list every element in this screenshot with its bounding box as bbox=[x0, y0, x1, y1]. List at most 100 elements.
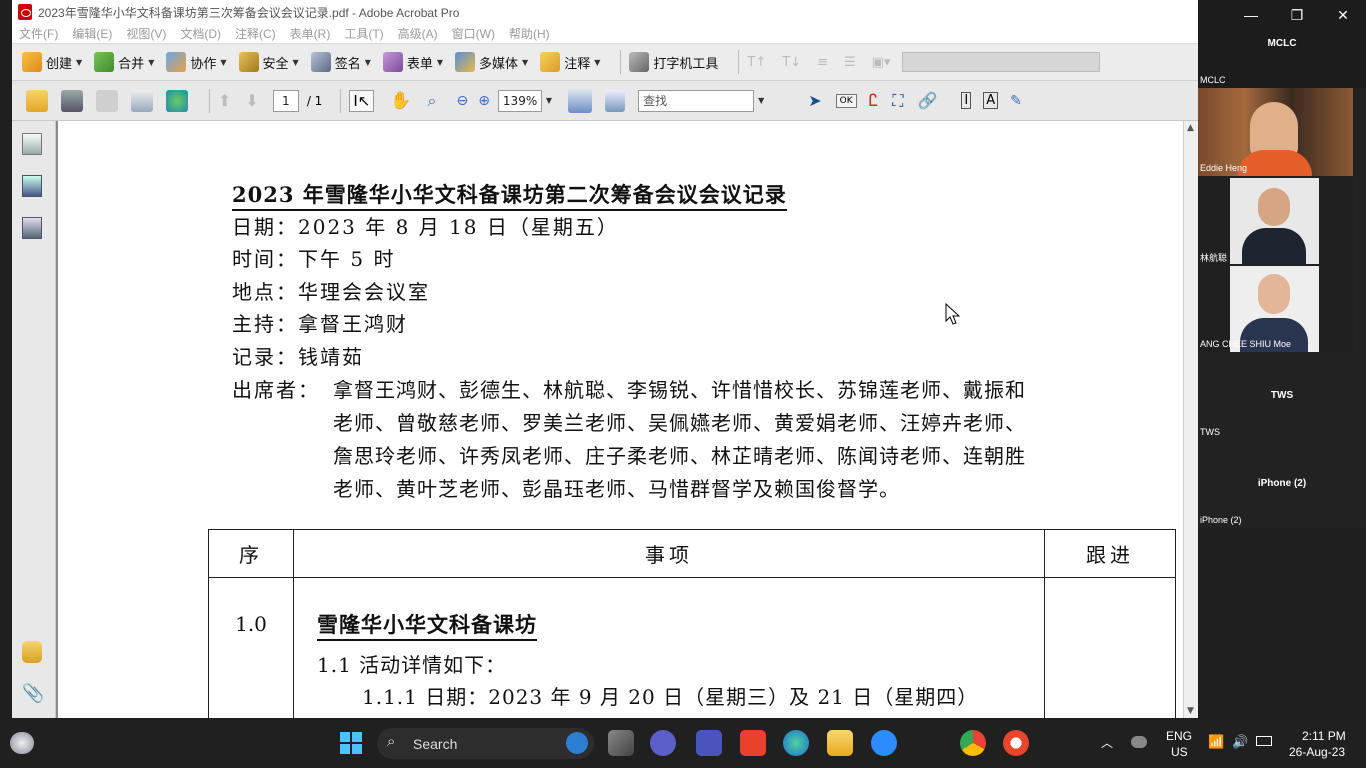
header-followup: 跟进 bbox=[1044, 529, 1176, 578]
chat-icon[interactable] bbox=[650, 730, 676, 756]
chevron-up-icon[interactable]: ︿ bbox=[1101, 734, 1113, 751]
task-view-icon[interactable] bbox=[608, 730, 634, 756]
open-folder-icon[interactable] bbox=[26, 89, 48, 112]
teams-icon[interactable] bbox=[696, 730, 722, 756]
prev-page-icon[interactable]: ⬆ bbox=[218, 91, 231, 110]
zoom-dropdown-icon[interactable]: ▼ bbox=[546, 96, 552, 105]
menu-view[interactable]: 视图(V) bbox=[119, 25, 173, 42]
upload-icon[interactable] bbox=[166, 89, 188, 112]
wifi-icon[interactable]: 📶 bbox=[1208, 734, 1224, 750]
text-size-icon: T↑ bbox=[747, 54, 767, 70]
meeting-host: 主持：拿督王鸿财 bbox=[232, 312, 408, 336]
menu-document[interactable]: 文档(D) bbox=[173, 25, 228, 42]
tile-iphone: iPhone (2) iPhone (2) bbox=[1198, 440, 1366, 528]
forms-icon bbox=[382, 52, 403, 72]
sign-button[interactable]: 签名 ▼ bbox=[310, 52, 371, 72]
window-title: 2023年雪隆华小华文科备课坊第三次筹备会议会议记录.pdf - Adobe A… bbox=[38, 5, 460, 20]
page-number-input[interactable]: 1 bbox=[272, 89, 299, 112]
signatures-icon[interactable] bbox=[22, 217, 42, 239]
clock-time[interactable]: 2:11 PM bbox=[1302, 729, 1346, 743]
chrome-icon[interactable] bbox=[960, 730, 986, 756]
header-item: 事项 bbox=[293, 529, 1045, 578]
scroll-down-icon[interactable]: ▼ bbox=[1187, 706, 1194, 716]
edit-form-icon[interactable]: ✎ bbox=[1010, 93, 1022, 109]
attendees-label: 出席者： bbox=[232, 378, 320, 402]
select-object-icon[interactable]: ➤ bbox=[808, 91, 821, 110]
menu-comments[interactable]: 注释(C) bbox=[228, 25, 283, 42]
menu-file[interactable]: 文件(F) bbox=[12, 25, 65, 42]
next-page-icon[interactable]: ⬇ bbox=[245, 91, 258, 110]
crop-icon[interactable]: ⛶ bbox=[892, 91, 903, 111]
hand-icon[interactable]: ✋ bbox=[390, 91, 411, 111]
meeting-date: 日期：2023 年 8 月 18 日（星期五） bbox=[232, 215, 619, 239]
language-region[interactable]: US bbox=[1171, 745, 1188, 759]
battery-icon[interactable] bbox=[1256, 736, 1272, 746]
forms-button[interactable]: 表单 ▼ bbox=[382, 52, 443, 72]
restore-icon[interactable]: ❐ bbox=[1274, 0, 1320, 30]
pages-icon[interactable] bbox=[22, 133, 42, 155]
scroll-up-icon[interactable]: ▲ bbox=[1187, 123, 1194, 133]
line-spacing-icon: ≡ bbox=[817, 54, 828, 70]
menu-bar: 文件(F) 编辑(E) 视图(V) 文档(D) 注释(C) 表单(R) 工具(T… bbox=[12, 24, 1198, 43]
menu-window[interactable]: 窗口(W) bbox=[445, 25, 502, 42]
file-explorer-icon[interactable] bbox=[827, 730, 853, 756]
row-followup bbox=[1044, 577, 1176, 718]
zoom-tool-icon[interactable]: ⌕ bbox=[427, 91, 436, 111]
close-icon[interactable]: ✕ bbox=[1320, 0, 1366, 30]
menu-help[interactable]: 帮助(H) bbox=[502, 25, 557, 42]
link-icon[interactable]: 🔗 bbox=[917, 91, 937, 110]
secure-button[interactable]: 安全 ▼ bbox=[238, 52, 299, 72]
toolbar-separator bbox=[340, 88, 342, 113]
participant-label: ANG CHEE SHIU Moe bbox=[1200, 339, 1292, 349]
comments-icon[interactable] bbox=[22, 641, 42, 663]
onedrive-icon[interactable] bbox=[1131, 736, 1147, 748]
text-field-icon[interactable]: I bbox=[961, 92, 972, 109]
desktop: 2023年雪隆华小华文科备课坊第三次筹备会议会议记录.pdf - Adobe A… bbox=[0, 0, 1366, 768]
collaborate-button[interactable]: 协作 ▼ bbox=[166, 52, 227, 72]
full-screen-icon[interactable] bbox=[605, 89, 626, 112]
taskbar: ⌕ Search ︿ ENG US 📶 🔊 2:11 PM 26-Aug-23 bbox=[0, 718, 1366, 768]
ok-button-tool-icon[interactable]: OK bbox=[835, 93, 857, 108]
print-icon[interactable] bbox=[61, 89, 83, 112]
zoom-icon[interactable] bbox=[871, 730, 897, 756]
language-code[interactable]: ENG bbox=[1166, 729, 1192, 743]
zoom-in-icon[interactable]: ⊕ bbox=[478, 93, 490, 109]
clock-date[interactable]: 26-Aug-23 bbox=[1289, 745, 1345, 759]
font-select[interactable] bbox=[902, 52, 1101, 72]
taskbar-search[interactable]: ⌕ Search bbox=[377, 728, 594, 759]
zoom-out-icon[interactable]: ⊖ bbox=[456, 93, 468, 109]
create-button[interactable]: 创建 ▼ bbox=[22, 52, 82, 72]
save-icon[interactable] bbox=[96, 89, 118, 112]
find-input[interactable]: 查找 bbox=[638, 89, 755, 112]
select-text-icon[interactable]: I↖ bbox=[349, 89, 375, 112]
bookmarks-icon[interactable] bbox=[22, 175, 42, 197]
edge-icon[interactable] bbox=[783, 730, 809, 756]
minimize-icon[interactable]: — bbox=[1228, 0, 1274, 30]
fit-page-icon[interactable] bbox=[568, 88, 593, 113]
participant-label: MCLC bbox=[1200, 75, 1226, 85]
menu-edit[interactable]: 编辑(E) bbox=[65, 25, 119, 42]
attachment-icon[interactable]: 📎 bbox=[22, 683, 44, 705]
menu-advanced[interactable]: 高级(A) bbox=[391, 25, 445, 42]
media-player-icon[interactable] bbox=[1003, 730, 1029, 756]
start-icon[interactable] bbox=[340, 732, 362, 754]
combine-button[interactable]: 合并 ▼ bbox=[94, 52, 154, 72]
multimedia-button[interactable]: 多媒体 ▼ bbox=[455, 52, 528, 72]
toolbar-separator bbox=[209, 88, 210, 113]
find-dropdown-icon[interactable]: ▼ bbox=[758, 96, 764, 105]
navigation-pane: 📎 bbox=[12, 121, 56, 718]
typewriter-button[interactable]: 打字机工具 bbox=[629, 52, 718, 72]
multimedia-icon bbox=[455, 52, 476, 72]
anydesk-icon[interactable] bbox=[740, 730, 766, 756]
volume-icon[interactable]: 🔊 bbox=[1232, 734, 1248, 750]
article-icon[interactable]: A bbox=[983, 92, 999, 109]
attendees-line: 老师、黄叶芝老师、彭晶珏老师、马惜群督学及赖国俊督学。 bbox=[333, 477, 900, 501]
comment-button[interactable]: 注释 ▼ bbox=[540, 52, 600, 72]
email-icon[interactable] bbox=[131, 89, 153, 112]
zoom-input[interactable]: 139% bbox=[497, 89, 542, 112]
menu-tools[interactable]: 工具(T) bbox=[337, 25, 390, 42]
menu-forms[interactable]: 表单(R) bbox=[283, 25, 338, 42]
touchup-icon[interactable]: Ꮭ bbox=[869, 91, 879, 111]
weather-icon[interactable] bbox=[10, 732, 34, 754]
vertical-scrollbar[interactable]: ▲ ▼ bbox=[1183, 121, 1198, 718]
